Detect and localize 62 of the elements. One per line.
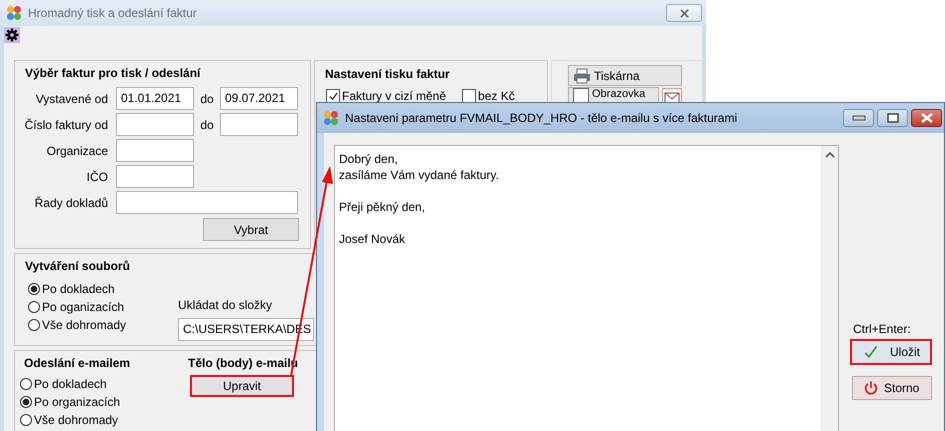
field-label: Číslo faktury od [24, 118, 109, 132]
panel-title: Nastavení tisku faktur [324, 66, 451, 81]
input-field[interactable]: 09.07.2021 [220, 87, 298, 110]
radio-label: Vše dohromady [42, 318, 126, 332]
checkbox-label: bez Kč [478, 89, 515, 103]
power-icon [863, 380, 879, 396]
select-button[interactable]: Vybrat [203, 218, 299, 241]
radio-button[interactable] [20, 396, 32, 408]
input-field[interactable] [116, 191, 298, 214]
field-label: do [199, 118, 215, 132]
radio-label: Po dokladech [42, 282, 115, 296]
radio-label: Po organizacích [34, 395, 120, 409]
panel-title: Výběr faktur pro tisk / odeslání [24, 65, 202, 80]
field-label: Ukládat do složky [178, 298, 274, 312]
email-body-field[interactable]: Dobrý den, zasíláme Vám vydané faktury. Přeji pěkný den, Josef Novák [334, 145, 839, 431]
field-label: Vystavené od [34, 92, 109, 106]
maximize-button[interactable] [877, 109, 908, 127]
settings-icon[interactable] [4, 26, 20, 42]
printer-button[interactable]: Tiskárna [568, 65, 682, 86]
window-title: Nastaveni parametru FVMAIL_BODY_HRO - tělo e-mailu s více fakturami [345, 111, 738, 125]
field-label: Řady dokladů [34, 196, 109, 210]
radio-button[interactable] [28, 319, 40, 331]
radio-label: Vše dohromady [34, 413, 118, 427]
checkbox[interactable] [326, 89, 340, 103]
email-body-text: Dobrý den, zasíláme Vám vydané faktury. Přeji pěkný den, Josef Novák [338, 151, 499, 247]
close-icon [920, 113, 934, 123]
input-field[interactable] [116, 165, 194, 188]
scrollbar[interactable] [821, 146, 838, 431]
field-label: do [199, 92, 215, 106]
radio-label: Po oganizacích [42, 300, 124, 314]
maximize-icon [886, 113, 900, 123]
radio-button[interactable] [28, 283, 40, 295]
panel-title: Odeslání e-mailem [23, 355, 132, 370]
printer-icon [573, 68, 591, 84]
panel-title: Vytváření souborů [24, 258, 131, 273]
minimize-button[interactable] [843, 109, 874, 127]
minimize-icon [852, 114, 866, 122]
close-button[interactable] [666, 4, 702, 22]
close-icon [680, 8, 688, 18]
radio-button[interactable] [20, 378, 32, 390]
scroll-up-icon [824, 152, 834, 158]
shortcut-label: Ctrl+Enter: [853, 322, 911, 336]
checkbox[interactable] [462, 89, 476, 103]
field-label: IČO [86, 170, 109, 184]
field-label: Organizace [46, 144, 109, 158]
app-icon [6, 5, 22, 21]
checkmark-icon [864, 343, 878, 361]
input-field[interactable] [116, 113, 194, 136]
checkbox-label: Faktury v cizí měně [342, 89, 446, 103]
screen-icon [573, 88, 589, 103]
input-field[interactable] [220, 113, 298, 136]
window-title: Hromadný tisk a odeslání faktur [28, 6, 197, 20]
close-button[interactable] [911, 109, 942, 127]
input-field[interactable] [116, 139, 194, 162]
edit-button[interactable]: Upravit [190, 375, 294, 397]
radio-button[interactable] [28, 301, 40, 313]
radio-button[interactable] [20, 414, 32, 426]
save-button[interactable]: Uložit [850, 339, 932, 365]
input-field[interactable]: 01.01.2021 [116, 87, 194, 110]
app-icon [323, 110, 339, 126]
radio-label: Po dokladech [34, 377, 107, 391]
cancel-button[interactable]: Storno [852, 376, 932, 400]
